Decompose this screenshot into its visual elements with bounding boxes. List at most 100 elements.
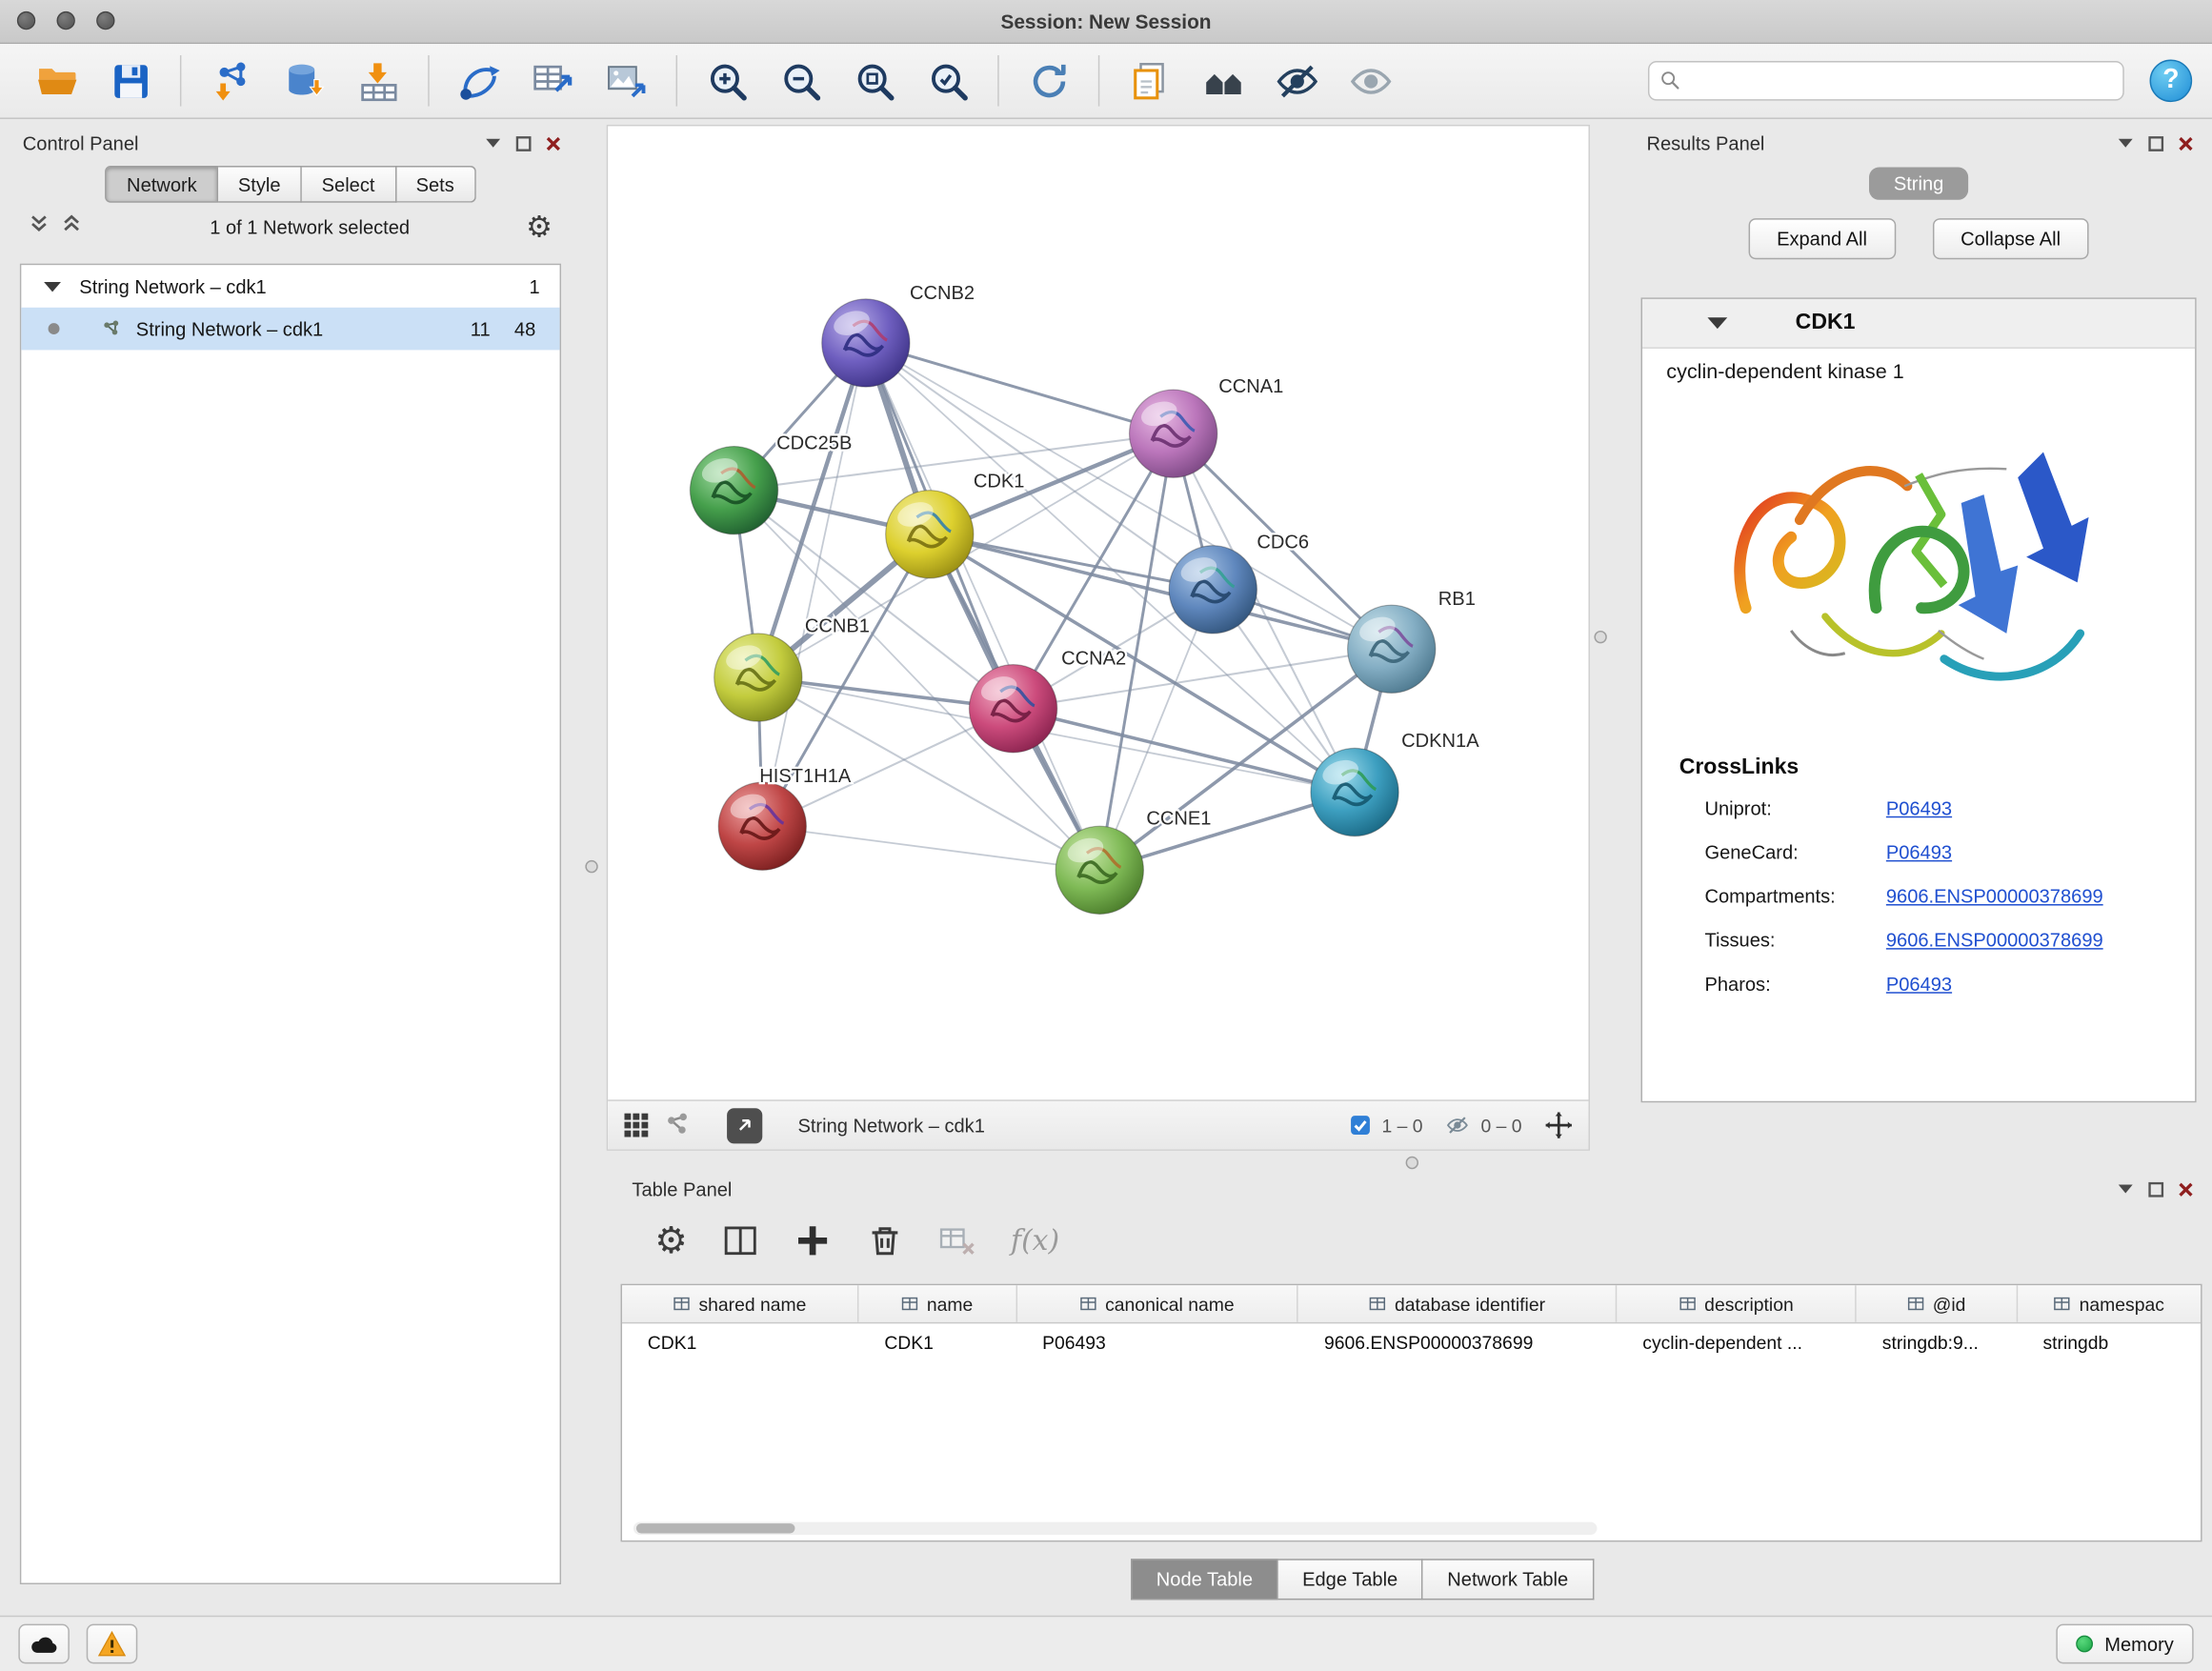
panel-menu-icon[interactable] xyxy=(2117,1183,2134,1195)
import-network-file-button[interactable] xyxy=(198,50,263,111)
column-header-name[interactable]: name xyxy=(859,1285,1017,1322)
collapse-all-button[interactable]: Collapse All xyxy=(1932,218,2088,259)
network-row-selected[interactable]: String Network – cdk1 11 48 xyxy=(21,308,559,351)
crosslink-pharos-link[interactable]: P06493 xyxy=(1886,974,1952,995)
tab-node-table[interactable]: Node Table xyxy=(1131,1559,1278,1600)
tree-expand-icon[interactable] xyxy=(44,281,61,291)
export-table-button[interactable] xyxy=(520,50,585,111)
crosslink-tissues-link[interactable]: 9606.ENSP00000378699 xyxy=(1886,930,2103,951)
delete-table-button[interactable] xyxy=(938,1220,976,1258)
export-image-button[interactable] xyxy=(593,50,658,111)
expand-all-button[interactable]: Expand All xyxy=(1748,218,1895,259)
crosslink-row: Pharos: P06493 xyxy=(1642,962,2195,1006)
gene-section-header[interactable]: CDK1 xyxy=(1642,299,2195,349)
expand-all-networks-icon[interactable] xyxy=(29,214,50,240)
selected-checkbox-icon[interactable] xyxy=(1349,1114,1372,1137)
overview-button[interactable] xyxy=(1191,50,1256,111)
delete-column-button[interactable] xyxy=(866,1220,904,1258)
cell-database-identifier[interactable]: 9606.ENSP00000378699 xyxy=(1298,1323,1617,1361)
panel-float-icon[interactable] xyxy=(2148,1181,2163,1197)
save-session-button[interactable] xyxy=(98,50,163,111)
tab-sets[interactable]: Sets xyxy=(396,166,475,203)
zoom-fit-button[interactable] xyxy=(842,50,907,111)
cell-id[interactable]: stringdb:9... xyxy=(1857,1323,2018,1361)
scrollbar-thumb[interactable] xyxy=(636,1523,795,1533)
panel-close-icon[interactable] xyxy=(546,135,561,151)
network-graphics-button[interactable] xyxy=(663,1111,692,1139)
cell-canonical-name[interactable]: P06493 xyxy=(1016,1323,1298,1361)
help-button[interactable]: ? xyxy=(2150,59,2193,102)
table-row[interactable]: CDK1 CDK1 P06493 9606.ENSP00000378699 cy… xyxy=(622,1323,2201,1361)
collapse-section-icon[interactable] xyxy=(1707,317,1727,329)
show-all-button[interactable] xyxy=(1337,50,1402,111)
column-header-database-identifier[interactable]: database identifier xyxy=(1298,1285,1617,1322)
splitter-handle[interactable] xyxy=(1594,631,1606,643)
column-header-canonical-name[interactable]: canonical name xyxy=(1016,1285,1298,1322)
refresh-icon xyxy=(1027,59,1071,103)
tab-network[interactable]: Network xyxy=(106,166,218,203)
node-label: CCNA2 xyxy=(1061,649,1126,670)
tab-string[interactable]: String xyxy=(1870,168,1968,200)
tab-edge-table[interactable]: Edge Table xyxy=(1278,1559,1423,1600)
import-table-button[interactable] xyxy=(346,50,411,111)
tab-select[interactable]: Select xyxy=(302,166,396,203)
node-label: CDKN1A xyxy=(1401,731,1479,752)
refresh-view-button[interactable] xyxy=(1016,50,1081,111)
network-selection-summary: 1 of 1 Network selected xyxy=(93,216,526,237)
column-header-shared-name[interactable]: shared name xyxy=(622,1285,859,1322)
network-edge[interactable] xyxy=(762,343,866,826)
cell-name[interactable]: CDK1 xyxy=(859,1323,1017,1361)
memory-button[interactable]: Memory xyxy=(2057,1624,2194,1664)
panel-menu-icon[interactable] xyxy=(2117,137,2134,149)
network-edge[interactable] xyxy=(1014,709,1355,793)
horizontal-scrollbar[interactable] xyxy=(633,1522,1598,1535)
eye-slash-icon xyxy=(1275,59,1318,103)
hide-selected-button[interactable] xyxy=(1264,50,1329,111)
copy-document-button[interactable] xyxy=(1116,50,1181,111)
zoom-selected-button[interactable] xyxy=(915,50,980,111)
export-table-icon xyxy=(531,59,574,103)
crosslink-genecard-link[interactable]: P06493 xyxy=(1886,842,1952,863)
crosslink-uniprot-link[interactable]: P06493 xyxy=(1886,797,1952,818)
open-in-new-button[interactable] xyxy=(727,1107,762,1142)
network-canvas[interactable]: CCNB2CCNA1CDC25BCDK1CDC6RB1CCNB1CCNA2CDK… xyxy=(608,126,1588,1099)
show-columns-button[interactable] xyxy=(722,1220,760,1258)
network-edge[interactable] xyxy=(762,826,1099,870)
network-options-gear-icon[interactable]: ⚙ xyxy=(526,211,553,241)
cell-shared-name[interactable]: CDK1 xyxy=(622,1323,859,1361)
tab-network-table[interactable]: Network Table xyxy=(1423,1559,1594,1600)
zoom-in-button[interactable] xyxy=(694,50,759,111)
zoom-out-button[interactable] xyxy=(768,50,833,111)
search-input[interactable] xyxy=(1648,61,2124,101)
network-collection-row[interactable]: String Network – cdk1 1 xyxy=(21,265,559,308)
move-crosshair-icon[interactable] xyxy=(1543,1110,1575,1141)
hidden-eye-slash-icon[interactable] xyxy=(1444,1114,1471,1137)
create-column-button[interactable] xyxy=(794,1220,832,1258)
cloud-status-button[interactable] xyxy=(18,1624,70,1664)
splitter-handle[interactable] xyxy=(585,860,597,873)
network-edge[interactable] xyxy=(866,343,1099,870)
toolbar-separator xyxy=(997,55,998,107)
panel-float-icon[interactable] xyxy=(515,135,531,151)
panel-close-icon[interactable] xyxy=(2178,135,2193,151)
function-builder-button[interactable]: f(x) xyxy=(1011,1223,1059,1258)
cell-description[interactable]: cyclin-dependent ... xyxy=(1618,1323,1858,1361)
table-settings-button[interactable]: ⚙ xyxy=(654,1221,688,1258)
column-header-namespace[interactable]: namespac xyxy=(2018,1285,2201,1322)
panel-close-icon[interactable] xyxy=(2178,1181,2193,1197)
open-session-button[interactable] xyxy=(24,50,89,111)
tab-style[interactable]: Style xyxy=(218,166,302,203)
column-header-id[interactable]: @id xyxy=(1857,1285,2018,1322)
cell-namespace[interactable]: stringdb xyxy=(2018,1323,2201,1361)
panel-float-icon[interactable] xyxy=(2148,135,2163,151)
column-header-description[interactable]: description xyxy=(1618,1285,1858,1322)
splitter-handle[interactable] xyxy=(1406,1157,1418,1169)
collapse-all-networks-icon[interactable] xyxy=(61,214,82,240)
warnings-button[interactable] xyxy=(87,1624,138,1664)
crosslink-compartments-link[interactable]: 9606.ENSP00000378699 xyxy=(1886,886,2103,907)
import-network-database-button[interactable] xyxy=(272,50,337,111)
network-edge[interactable] xyxy=(866,343,1174,433)
export-network-button[interactable] xyxy=(447,50,512,111)
birds-eye-view-button[interactable] xyxy=(622,1111,651,1139)
panel-menu-icon[interactable] xyxy=(485,137,502,149)
